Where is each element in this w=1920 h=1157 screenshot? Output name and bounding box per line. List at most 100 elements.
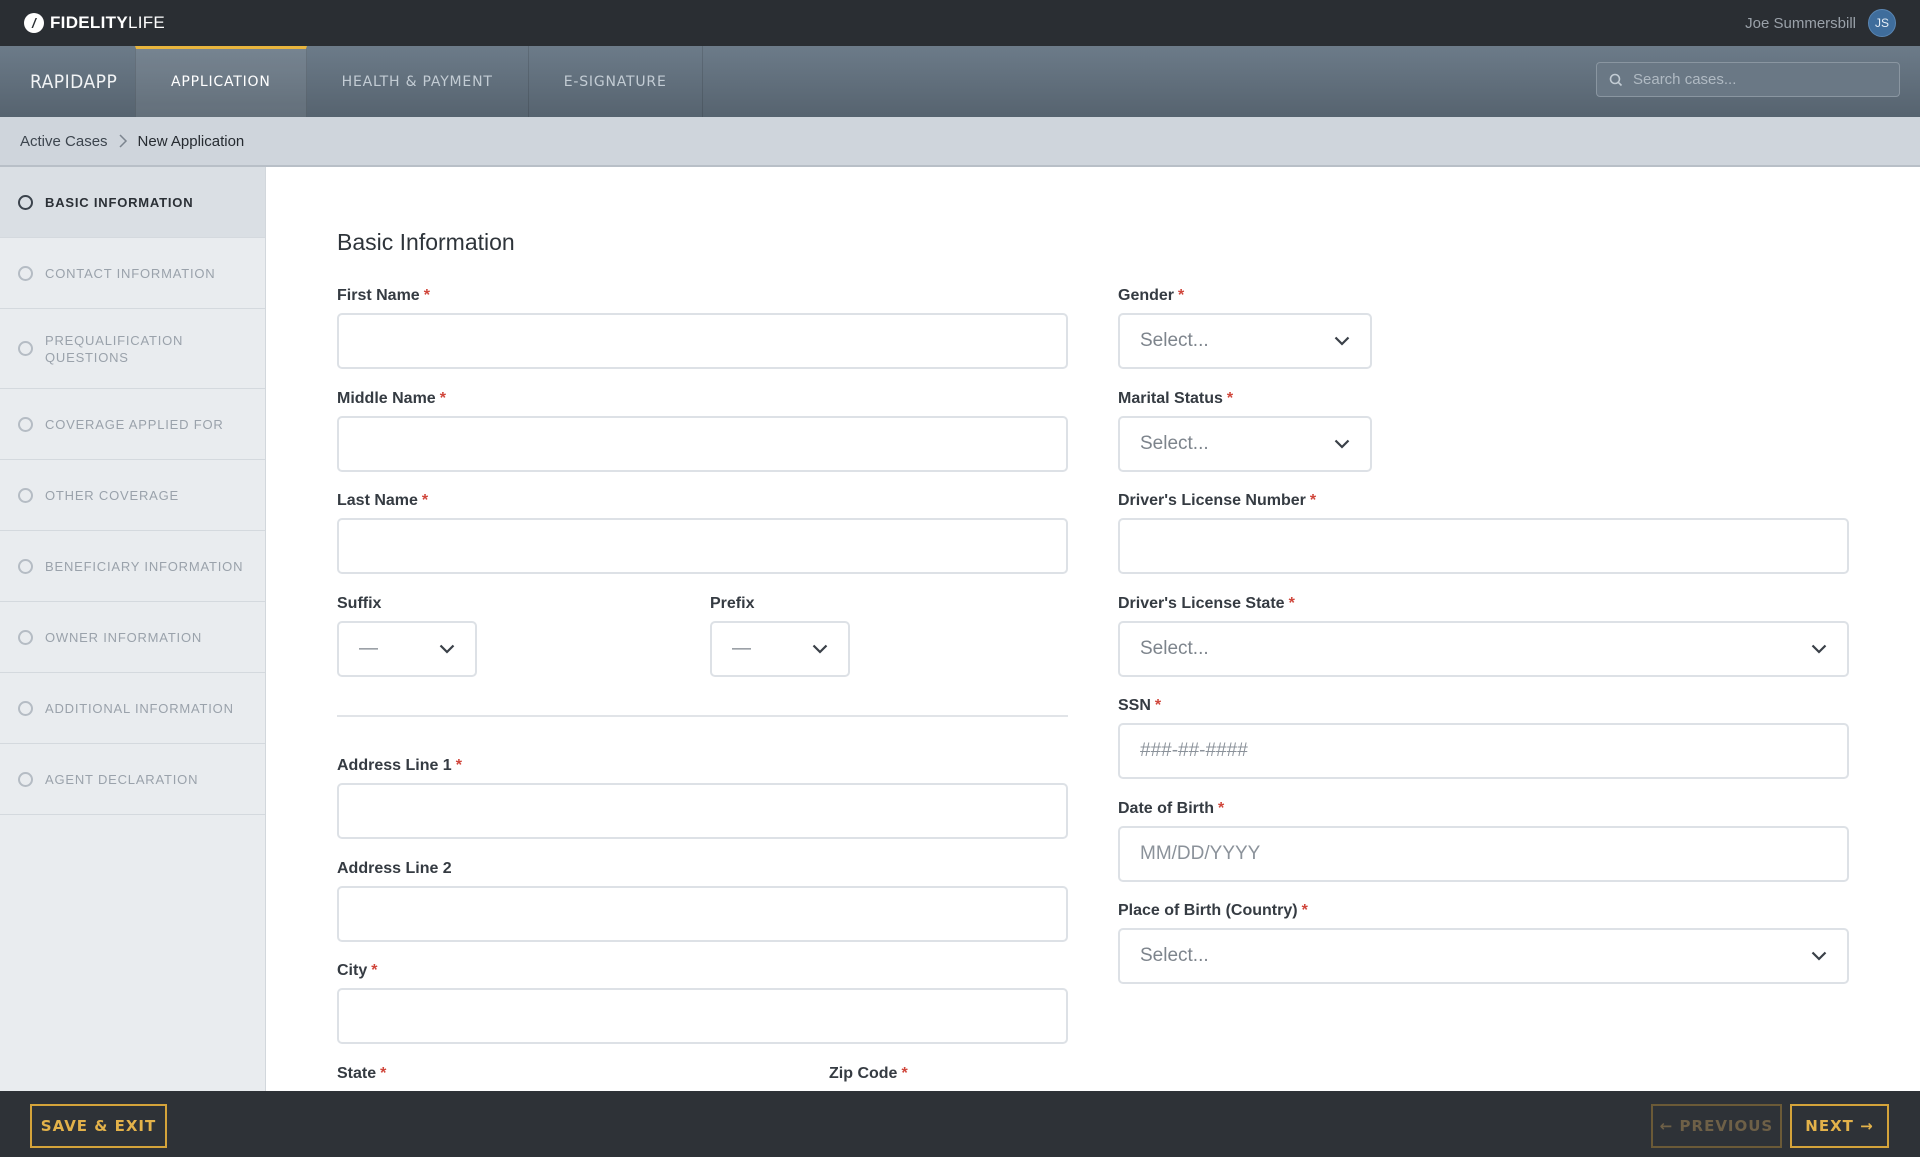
radio-icon — [18, 487, 33, 503]
prefix-select[interactable]: — — [710, 621, 850, 677]
search-box — [1596, 62, 1900, 97]
tab-health-payment[interactable]: HEALTH & PAYMENT — [307, 46, 529, 117]
ssn-field[interactable]: ###-##-#### — [1118, 723, 1849, 779]
city-field[interactable] — [337, 988, 1068, 1044]
sidebar-item-prequalification-questions[interactable]: PREQUALIFICATION QUESTIONS — [0, 309, 265, 389]
sidebar-item-owner-information[interactable]: OWNER INFORMATION — [0, 602, 265, 673]
sidebar-item-label: AGENT DECLARATION — [45, 771, 199, 787]
radio-icon — [18, 194, 33, 210]
required-mark: * — [439, 390, 446, 407]
last-name-label: Last Name * — [337, 492, 429, 509]
chevron-down-icon — [1811, 644, 1827, 654]
required-mark: * — [1154, 697, 1162, 714]
radio-icon — [18, 416, 33, 432]
date-of-birth-label: Date of Birth * — [1118, 800, 1225, 817]
sidebar-item-label: BASIC INFORMATION — [45, 194, 194, 210]
first-name-field[interactable] — [337, 313, 1068, 369]
gender-label: Gender * — [1118, 287, 1185, 304]
sidebar-item-label: OTHER COVERAGE — [45, 487, 179, 503]
sidebar-item-contact-information[interactable]: CONTACT INFORMATION — [0, 238, 265, 309]
required-mark: * — [1301, 902, 1308, 919]
suffix-label: Suffix — [337, 595, 382, 612]
middle-name-field[interactable] — [337, 416, 1068, 472]
marital-status-select[interactable]: Select... — [1118, 416, 1372, 472]
drivers-license-state-select[interactable]: Select... — [1118, 621, 1849, 677]
chevron-right-icon — [119, 134, 127, 148]
ssn-label: SSN * — [1118, 697, 1162, 714]
top-bar: FIDELITYLIFE Joe Summersbill JS — [0, 0, 1920, 46]
marital-status-label: Marital Status * — [1118, 390, 1234, 407]
zip-code-label: Zip Code * — [829, 1065, 908, 1082]
sidebar-item-label: COVERAGE APPLIED FOR — [45, 416, 224, 432]
address-line-2-label: Address Line 2 — [337, 860, 452, 877]
previous-button[interactable]: ← PREVIOUS — [1651, 1104, 1782, 1148]
required-mark: * — [1309, 492, 1317, 509]
last-name-field[interactable] — [337, 518, 1068, 574]
sidebar-item-label: OWNER INFORMATION — [45, 629, 203, 645]
search-input[interactable] — [1633, 71, 1883, 88]
required-mark: * — [421, 492, 429, 509]
drivers-license-number-label: Driver's License Number * — [1118, 492, 1317, 509]
state-label: State * — [337, 1065, 387, 1082]
gender-select[interactable]: Select... — [1118, 313, 1372, 369]
radio-icon — [18, 629, 33, 645]
address-line-1-field[interactable] — [337, 783, 1068, 839]
required-mark: * — [380, 1065, 387, 1082]
section-sidebar: BASIC INFORMATION CONTACT INFORMATION PR… — [0, 167, 266, 1091]
radio-icon — [18, 558, 33, 574]
required-mark: * — [1288, 595, 1295, 612]
sidebar-item-beneficiary-information[interactable]: BENEFICIARY INFORMATION — [0, 531, 265, 602]
sidebar-item-agent-declaration[interactable]: AGENT DECLARATION — [0, 744, 265, 815]
place-of-birth-label: Place of Birth (Country) * — [1118, 902, 1308, 919]
main-navigation: RAPIDAPP APPLICATION HEALTH & PAYMENT E-… — [0, 46, 1920, 117]
fidelity-life-logo[interactable]: FIDELITYLIFE — [24, 13, 165, 33]
chevron-down-icon — [1811, 951, 1827, 961]
chevron-down-icon — [439, 644, 455, 654]
radio-icon — [18, 265, 33, 281]
address-line-1-label: Address Line 1 * — [337, 757, 462, 774]
section-divider — [337, 715, 1068, 717]
radio-icon — [18, 341, 33, 356]
gender-value: Select... — [1140, 330, 1209, 351]
radio-icon — [18, 771, 33, 787]
avatar[interactable]: JS — [1868, 9, 1896, 37]
drivers-license-number-field[interactable] — [1118, 518, 1849, 574]
sidebar-item-label: PREQUALIFICATION QUESTIONS — [45, 332, 184, 365]
radio-icon — [18, 700, 33, 716]
suffix-select[interactable]: — — [337, 621, 477, 677]
search-icon — [1609, 73, 1623, 87]
date-of-birth-field[interactable]: MM/DD/YYYY — [1118, 826, 1849, 882]
page-title: Basic Information — [337, 229, 515, 255]
sidebar-item-coverage-applied-for[interactable]: COVERAGE APPLIED FOR — [0, 389, 265, 460]
save-exit-button[interactable]: SAVE & EXIT — [30, 1104, 167, 1148]
required-mark: * — [423, 287, 430, 304]
city-label: City * — [337, 962, 378, 979]
required-mark: * — [901, 1065, 908, 1082]
breadcrumb: Active Cases New Application — [0, 117, 1920, 167]
first-name-label: First Name * — [337, 287, 430, 304]
chevron-down-icon — [812, 644, 828, 654]
sidebar-item-additional-information[interactable]: ADDITIONAL INFORMATION — [0, 673, 265, 744]
footer-bar: SAVE & EXIT ← PREVIOUS NEXT → — [0, 1091, 1920, 1157]
place-of-birth-select[interactable]: Select... — [1118, 928, 1849, 984]
middle-name-label: Middle Name * — [337, 390, 446, 407]
sidebar-item-other-coverage[interactable]: OTHER COVERAGE — [0, 460, 265, 531]
sidebar-item-basic-information[interactable]: BASIC INFORMATION — [0, 167, 265, 238]
next-button[interactable]: NEXT → — [1790, 1104, 1889, 1148]
required-mark: * — [1226, 390, 1234, 407]
address-line-2-field[interactable] — [337, 886, 1068, 942]
app-brand[interactable]: RAPIDAPP — [0, 46, 135, 117]
prefix-value: — — [732, 638, 751, 659]
drivers-license-state-label: Driver's License State * — [1118, 595, 1295, 612]
sidebar-item-label: ADDITIONAL INFORMATION — [45, 700, 234, 716]
prefix-label: Prefix — [710, 595, 755, 612]
marital-status-value: Select... — [1140, 433, 1209, 454]
breadcrumb-current: New Application — [137, 132, 245, 150]
required-mark: * — [455, 757, 462, 774]
breadcrumb-active-cases[interactable]: Active Cases — [20, 133, 108, 150]
tab-e-signature[interactable]: E-SIGNATURE — [529, 46, 703, 117]
user-menu[interactable]: Joe Summersbill JS — [1745, 9, 1896, 37]
chevron-down-icon — [1334, 439, 1350, 449]
logo-mark-icon — [24, 13, 44, 33]
tab-application[interactable]: APPLICATION — [135, 46, 307, 117]
